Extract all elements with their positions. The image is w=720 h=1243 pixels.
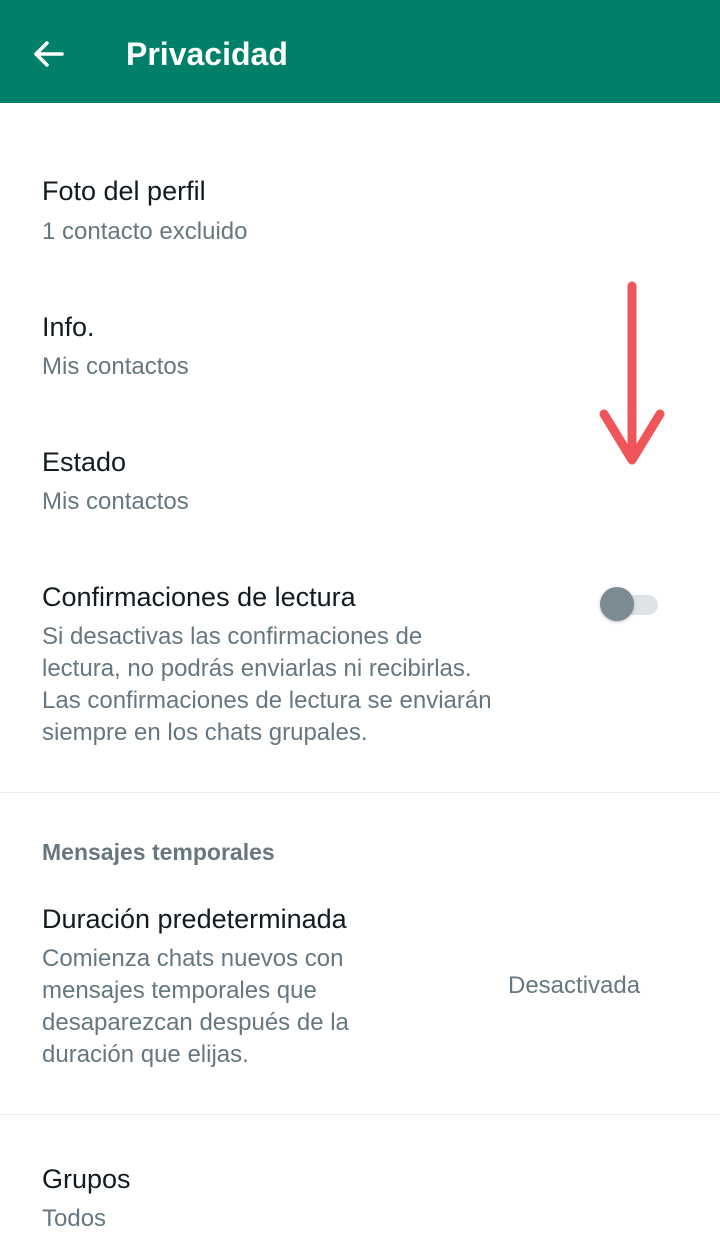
setting-value: 1 contacto excluido <box>42 218 248 245</box>
page-title: Privacidad <box>126 36 288 72</box>
setting-description-line: Si desactivas las confirmaciones de <box>42 623 423 650</box>
setting-label: Estado <box>42 447 127 477</box>
setting-description-line: Comienza chats nuevos con <box>42 945 344 972</box>
setting-profile-photo[interactable]: Foto del perfil 1 contacto excluido <box>0 160 720 270</box>
setting-description-line: mensajes temporales que <box>42 977 317 1004</box>
divider <box>0 1114 720 1115</box>
setting-description-line: duración que elijas. <box>42 1041 249 1068</box>
section-header-temporary-messages: Mensajes temporales <box>42 839 275 865</box>
read-receipts-toggle[interactable] <box>600 586 662 622</box>
setting-description-line: desaparezcan después de la <box>42 1009 349 1036</box>
back-button[interactable] <box>30 36 70 72</box>
app-bar: Privacidad <box>0 0 720 103</box>
setting-label: Confirmaciones de lectura <box>42 582 356 612</box>
setting-label: Info. <box>42 312 95 342</box>
default-duration-value: Desactivada <box>508 972 641 999</box>
setting-description-line: Las confirmaciones de lectura se enviará… <box>42 687 492 714</box>
divider <box>0 792 720 793</box>
setting-label: Grupos <box>42 1164 131 1194</box>
setting-description-line: siempre en los chats grupales. <box>42 719 368 746</box>
setting-groups[interactable]: Grupos Todos <box>0 1148 720 1243</box>
toggle-thumb <box>600 587 634 621</box>
arrow-left-icon <box>34 41 64 67</box>
privacy-settings-screen: Nadie Privacidad Foto del perfil 1 conta… <box>0 0 720 1243</box>
setting-value: Mis contactos <box>42 353 189 380</box>
setting-value: Mis contactos <box>42 488 189 515</box>
down-arrow-annotation-icon <box>599 281 665 465</box>
setting-label: Duración predeterminada <box>42 904 347 934</box>
setting-description-line: lectura, no podrás enviarlas ni recibirl… <box>42 655 472 682</box>
setting-label: Foto del perfil <box>42 176 206 206</box>
setting-value: Todos <box>42 1205 107 1232</box>
